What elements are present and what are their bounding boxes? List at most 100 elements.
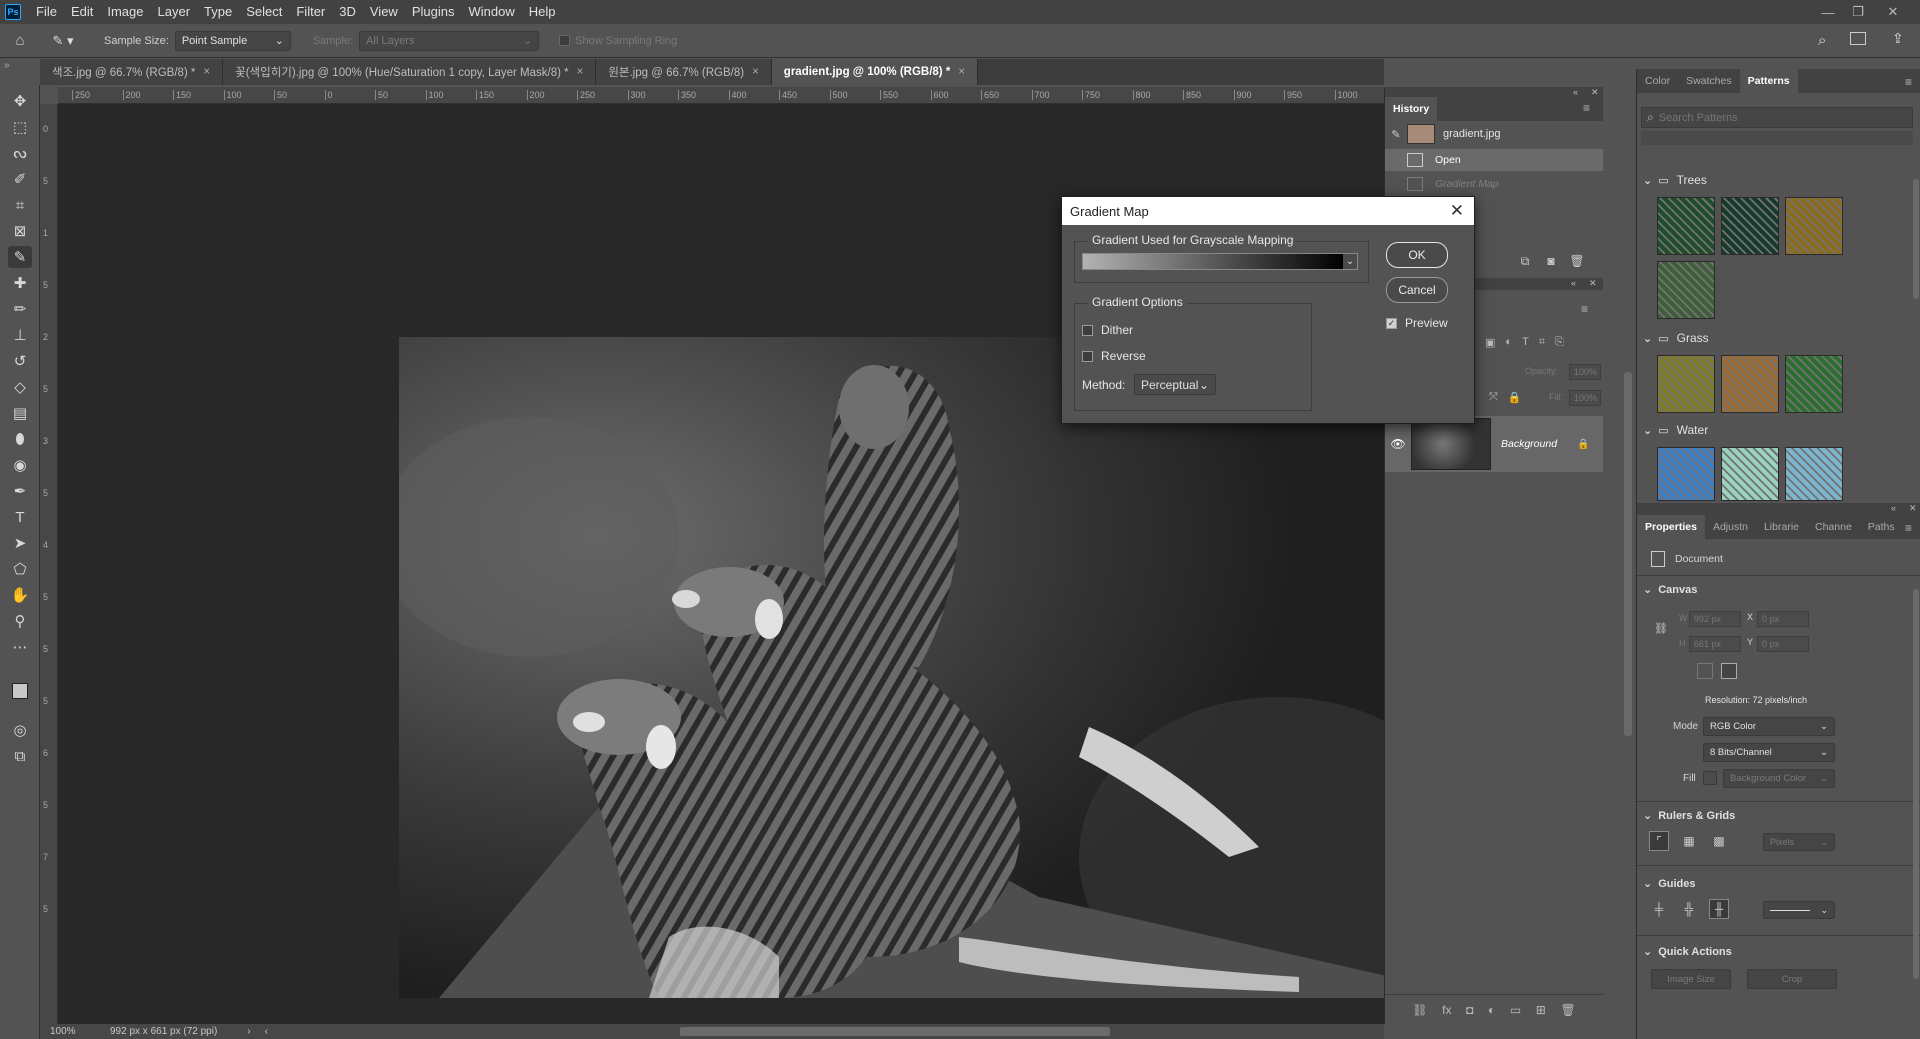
search-icon[interactable]: ⌕ <box>1818 32 1826 49</box>
menu-window[interactable]: Window <box>461 0 521 24</box>
link-layers-icon[interactable]: ⛓ <box>1412 1003 1427 1017</box>
history-item[interactable]: Open <box>1385 149 1603 171</box>
panel-menu-icon[interactable]: ≡ <box>1581 302 1588 316</box>
move-tool-icon[interactable]: ✥ <box>8 90 32 112</box>
lasso-tool-icon[interactable]: ᔓ <box>8 142 32 164</box>
history-brush-source-icon[interactable]: ✎ <box>1385 128 1407 141</box>
guides-section-header[interactable]: ⌄ Guides <box>1643 877 1696 891</box>
tab-document[interactable]: 색조.jpg @ 66.7% (RGB/8) * × <box>40 59 224 85</box>
collapse-panel-icon[interactable]: « <box>1891 503 1896 513</box>
pattern-swatch[interactable] <box>1721 197 1779 255</box>
minimize-icon[interactable]: — <box>1815 0 1841 24</box>
menu-file[interactable]: File <box>29 0 64 24</box>
history-item[interactable]: Gradient Map <box>1385 173 1603 195</box>
history-brush-tool-icon[interactable]: ↺ <box>8 350 32 372</box>
preview-option[interactable]: ✓ Preview <box>1386 316 1448 330</box>
dither-checkbox[interactable] <box>1082 324 1093 336</box>
pattern-group-trees[interactable]: ⌄ ▭ Trees <box>1643 173 1707 187</box>
width-field[interactable]: 992 px <box>1689 611 1741 627</box>
hand-tool-icon[interactable]: ✋ <box>8 584 32 606</box>
tab-swatches[interactable]: Swatches <box>1678 69 1740 93</box>
pattern-group-grass[interactable]: ⌄ ▭ Grass <box>1643 331 1709 345</box>
tab-adjustments[interactable]: Adjustn <box>1705 515 1756 539</box>
reverse-option[interactable]: Reverse <box>1082 349 1146 363</box>
adjustment-layer-icon[interactable]: ◐ <box>1488 1003 1495 1017</box>
tab-document-active[interactable]: gradient.jpg @ 100% (RGB/8) * × <box>771 59 979 85</box>
menu-view[interactable]: View <box>363 0 405 24</box>
dither-option[interactable]: Dither <box>1082 323 1133 337</box>
tab-history[interactable]: History <box>1385 97 1438 121</box>
brush-tool-icon[interactable]: ✏ <box>8 298 32 320</box>
status-arrow-icon[interactable]: › <box>247 1026 250 1037</box>
opacity-field[interactable]: 100% <box>1569 364 1601 380</box>
history-snapshot[interactable]: ✎ gradient.jpg <box>1385 121 1603 147</box>
reverse-checkbox[interactable] <box>1082 350 1093 362</box>
blur-tool-icon[interactable]: ⬮ <box>8 428 32 450</box>
close-icon[interactable]: × <box>203 66 210 78</box>
trash-icon[interactable]: 🗑 <box>1560 1003 1575 1017</box>
pattern-swatch[interactable] <box>1657 447 1715 501</box>
menu-edit[interactable]: Edit <box>64 0 100 24</box>
y-field[interactable]: 0 px <box>1757 636 1809 652</box>
panel-menu-icon[interactable]: ≡ <box>1583 101 1590 115</box>
zoom-tool-icon[interactable]: ⚲ <box>8 610 32 632</box>
tab-patterns[interactable]: Patterns <box>1739 69 1798 93</box>
type-tool-icon[interactable]: T <box>8 506 32 528</box>
link-dimensions-icon[interactable]: ⛓ <box>1654 622 1668 635</box>
guides-toggle-icon[interactable]: ╪ <box>1649 899 1669 919</box>
search-patterns-field[interactable]: ⌕ <box>1641 107 1913 128</box>
menu-image[interactable]: Image <box>100 0 150 24</box>
group-folder-icon[interactable]: ▭ <box>1510 1003 1521 1017</box>
patterns-scrollbar[interactable] <box>1913 179 1919 299</box>
pattern-swatch[interactable] <box>1657 261 1715 319</box>
ruler-units-dropdown[interactable]: Pixels ⌄ <box>1763 833 1835 851</box>
canvas-section-header[interactable]: ⌄ Canvas <box>1643 583 1697 597</box>
menu-type[interactable]: Type <box>197 0 239 24</box>
quick-actions-section-header[interactable]: ⌄ Quick Actions <box>1643 945 1732 959</box>
pattern-swatch[interactable] <box>1721 447 1779 501</box>
layer-filter-icons[interactable]: ▣ ◐ T ⌗ ⎘ <box>1485 336 1564 349</box>
marquee-tool-icon[interactable]: ⬚ <box>8 116 32 138</box>
horizontal-scrollbar[interactable] <box>680 1027 1110 1036</box>
pen-tool-icon[interactable]: ✒ <box>8 480 32 502</box>
tab-paths[interactable]: Paths <box>1860 515 1903 539</box>
cancel-button[interactable]: Cancel <box>1386 277 1448 303</box>
guide-style-dropdown[interactable]: ⌄ <box>1763 901 1835 919</box>
document-image[interactable] <box>399 337 1391 998</box>
path-select-tool-icon[interactable]: ➤ <box>8 532 32 554</box>
close-panel-icon[interactable]: ✕ <box>1589 278 1597 289</box>
layers-scrollbar[interactable] <box>1624 372 1632 736</box>
quick-mask-icon[interactable]: ◎ <box>8 719 32 741</box>
more-tools-icon[interactable]: ⋯ <box>8 636 32 658</box>
landscape-orientation-icon[interactable] <box>1721 663 1737 679</box>
tab-document[interactable]: 꽃(색입히기).jpg @ 100% (Hue/Saturation 1 cop… <box>223 59 597 85</box>
lock-icons[interactable]: ⤧ 🔒 <box>1489 391 1522 404</box>
sample-size-dropdown[interactable]: Point Sample ⌄ <box>174 30 291 51</box>
crop-button[interactable]: Crop <box>1747 969 1837 989</box>
x-field[interactable]: 0 px <box>1757 611 1809 627</box>
add-mask-icon[interactable]: ◘ <box>1466 1003 1473 1017</box>
screen-mode-icon[interactable]: ⧉ <box>8 745 32 767</box>
close-panel-icon[interactable]: ✕ <box>1909 503 1917 514</box>
restore-icon[interactable]: ❐ <box>1845 0 1871 24</box>
eye-icon[interactable]: 👁 <box>1385 437 1411 451</box>
close-window-icon[interactable]: ✕ <box>1880 0 1906 24</box>
scroll-left-icon[interactable]: ‹ <box>265 1026 268 1037</box>
home-icon[interactable]: ⌂ <box>0 32 40 49</box>
sample-dropdown[interactable]: All Layers ⌄ <box>359 30 540 51</box>
tab-channels[interactable]: Channe <box>1807 515 1860 539</box>
eyedropper-tool-icon[interactable]: ✎ <box>8 246 32 268</box>
menu-3d[interactable]: 3D <box>332 0 363 24</box>
menu-plugins[interactable]: Plugins <box>405 0 462 24</box>
trash-icon[interactable]: 🗑 <box>1567 251 1587 271</box>
canvas-fill-dropdown[interactable]: Background Color ⌄ <box>1723 769 1835 788</box>
menu-select[interactable]: Select <box>239 0 289 24</box>
method-dropdown[interactable]: Perceptual ⌄ <box>1134 374 1216 395</box>
smart-guides-icon[interactable]: ╫ <box>1709 899 1729 919</box>
bit-depth-dropdown[interactable]: 8 Bits/Channel ⌄ <box>1703 743 1835 762</box>
rulers-grids-section-header[interactable]: ⌄ Rulers & Grids <box>1643 809 1735 823</box>
pattern-group-water[interactable]: ⌄ ▭ Water <box>1643 423 1708 437</box>
menu-layer[interactable]: Layer <box>151 0 198 24</box>
tab-color[interactable]: Color <box>1637 69 1678 93</box>
eyedropper-preset-icon[interactable]: ✎ ▾ <box>40 33 86 49</box>
